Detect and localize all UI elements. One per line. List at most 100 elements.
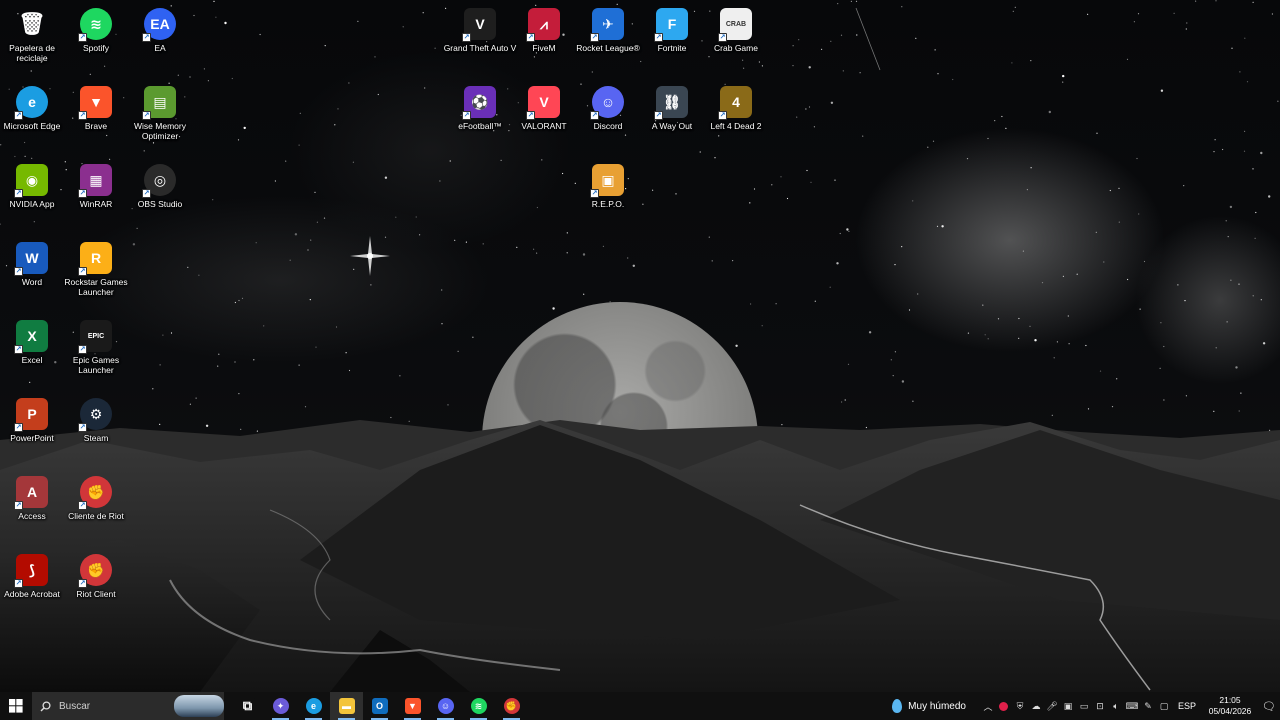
tray-app-icon[interactable]: ▣ — [1060, 698, 1076, 714]
keyboard-icon[interactable]: ⌨ — [1124, 698, 1140, 714]
desktop-icon-label: OBS Studio — [137, 199, 183, 209]
windows-logo-icon — [9, 699, 23, 713]
taskbar-app-discord[interactable]: ☺ — [429, 692, 462, 720]
desktop-icon-crab-game[interactable]: CRAB ↗ Crab Game — [698, 4, 774, 78]
spotify-icon: ≋ ↗ — [78, 8, 112, 42]
shortcut-arrow-icon: ↗ — [462, 111, 471, 120]
cliente-de-riot-icon: ✊ ↗ — [78, 476, 112, 510]
weather-text: Muy húmedo — [908, 700, 966, 712]
brave-icon: ▼ — [404, 698, 421, 714]
notification-center-icon[interactable]: 🗨︎ — [1258, 700, 1280, 713]
riot-client-icon: ✊ ↗ — [78, 554, 112, 588]
wise-memory-optimizer-icon: ▤ ↗ — [142, 86, 176, 120]
desktop-icon-obs-studio[interactable]: ◎ ↗ OBS Studio — [122, 160, 198, 234]
taskbar-app-edge[interactable]: e — [297, 692, 330, 720]
tray-folder-icon[interactable]: ▭ — [1076, 698, 1092, 714]
task-view-icon: ⧉ — [239, 698, 256, 714]
valorant-icon: V ↗ — [526, 86, 560, 120]
shortcut-arrow-icon: ↗ — [14, 345, 23, 354]
tray-monitor-icon[interactable]: ▢ — [1156, 698, 1172, 714]
shortcut-arrow-icon: ↗ — [14, 267, 23, 276]
tray-app-red-icon[interactable] — [996, 698, 1012, 714]
ea-icon: EA ↗ — [142, 8, 176, 42]
tray-shield-icon[interactable]: ⛨ — [1012, 698, 1028, 714]
shortcut-arrow-icon: ↗ — [78, 423, 87, 432]
brave-icon: ▼ ↗ — [78, 86, 112, 120]
desktop-icon-label: Epic Games Launcher — [72, 355, 120, 375]
taskbar-app-spotify[interactable]: ≋ — [462, 692, 495, 720]
taskbar-app-task-view[interactable]: ⧉ — [231, 692, 264, 720]
shortcut-arrow-icon: ↗ — [142, 33, 151, 42]
shortcut-arrow-icon: ↗ — [14, 579, 23, 588]
rocket-league-icon: ✈ ↗ — [590, 8, 624, 42]
shortcut-arrow-icon: ↗ — [78, 345, 87, 354]
discord-icon: ☺ ↗ — [590, 86, 624, 120]
shortcut-arrow-icon: ↗ — [462, 33, 471, 42]
start-button[interactable] — [0, 692, 32, 720]
repo-icon: ▣ ↗ — [590, 164, 624, 198]
taskbar-app-outlook[interactable]: O — [363, 692, 396, 720]
shortcut-arrow-icon: ↗ — [78, 33, 87, 42]
desktop-icon-label: Steam — [83, 433, 109, 443]
taskbar-app-riot[interactable]: ✊ — [495, 692, 528, 720]
taskbar-pinned-apps: ⧉ ✦ e ▬ O ▼ ☺ ≋ ✊ — [231, 692, 528, 720]
desktop-icon-repo[interactable]: ▣ ↗ R.E.P.O. — [570, 160, 646, 234]
search-icon — [40, 700, 51, 711]
shortcut-arrow-icon: ↗ — [14, 423, 23, 432]
edge-icon: e — [305, 698, 322, 714]
volume-icon[interactable]: 🔈︎ — [1108, 698, 1124, 714]
shortcut-arrow-icon: ↗ — [654, 111, 663, 120]
pen-icon[interactable]: ✎ — [1140, 698, 1156, 714]
desktop-icon-label: EA — [154, 43, 166, 53]
desktop-icon-epic-games-launcher[interactable]: EPIC ↗ Epic Games Launcher — [58, 316, 134, 390]
taskbar-app-file-explorer[interactable]: ▬ — [330, 692, 363, 720]
shortcut-arrow-icon: ↗ — [78, 189, 87, 198]
crab-game-icon: CRAB ↗ — [718, 8, 752, 42]
gta-v-icon: V ↗ — [462, 8, 496, 42]
desktop-icon-label: Crab Game — [714, 43, 758, 53]
network-icon[interactable]: ⊡ — [1092, 698, 1108, 714]
steam-icon: ⚙ ↗ — [78, 398, 112, 432]
microphone-icon[interactable]: 🎤︎ — [1044, 698, 1060, 714]
system-tray: Muy húmedo ︿ ⛨ ☁ 🎤︎ ▣ ▭ ⊡ 🔈︎ ⌨ ✎ ▢ ESP 2… — [892, 692, 1280, 720]
desktop-icon-label: Left 4 Dead 2 — [710, 121, 762, 131]
powerpoint-icon: P ↗ — [14, 398, 48, 432]
desktop-icon-rockstar-games-launcher[interactable]: R ↗ Rockstar Games Launcher — [58, 238, 134, 312]
shortcut-arrow-icon: ↗ — [14, 189, 23, 198]
a-way-out-icon: ⛓ ↗ — [654, 86, 688, 120]
shortcut-arrow-icon: ↗ — [14, 501, 23, 510]
desktop-icon-ea[interactable]: EA ↗ EA — [122, 4, 198, 78]
shortcut-arrow-icon: ↗ — [142, 111, 151, 120]
excel-icon: X ↗ — [14, 320, 48, 354]
chevron-up-icon[interactable]: ︿ — [980, 698, 996, 714]
taskbar-app-copilot[interactable]: ✦ — [264, 692, 297, 720]
discord-icon: ☺ — [437, 698, 454, 714]
word-icon: W ↗ — [14, 242, 48, 276]
desktop-icon-left-4-dead-2[interactable]: 4 ↗ Left 4 Dead 2 — [698, 82, 774, 156]
winrar-icon: ▦ ↗ — [78, 164, 112, 198]
shortcut-arrow-icon: ↗ — [718, 33, 727, 42]
weather-widget[interactable]: Muy húmedo — [892, 699, 966, 713]
taskbar-app-brave[interactable]: ▼ — [396, 692, 429, 720]
shortcut-arrow-icon: ↗ — [78, 111, 87, 120]
taskbar-search-box[interactable]: Buscar — [32, 692, 224, 720]
spotify-icon: ≋ — [470, 698, 487, 714]
desktop-icon-steam[interactable]: ⚙ ↗ Steam — [58, 394, 134, 468]
desktop-icon-label: Cliente de Riot — [68, 511, 124, 521]
outlook-icon: O — [371, 698, 388, 714]
microsoft-edge-icon: e ↗ — [14, 86, 48, 120]
copilot-icon: ✦ — [272, 698, 289, 714]
desktop-icon-wise-memory-optimizer[interactable]: ▤ ↗ Wise Memory Optimizer — [122, 82, 198, 156]
search-highlight-image[interactable] — [174, 695, 224, 717]
efootball-icon: ⚽ ↗ — [462, 86, 496, 120]
tray-cloud-icon[interactable]: ☁ — [1028, 698, 1044, 714]
shortcut-arrow-icon: ↗ — [142, 189, 151, 198]
clock[interactable]: 21:05 05/04/2026 — [1202, 695, 1258, 717]
desktop-icon-riot-client[interactable]: ✊ ↗ Riot Client — [58, 550, 134, 624]
input-language[interactable]: ESP — [1178, 701, 1196, 711]
fortnite-icon: F ↗ — [654, 8, 688, 42]
desktop-icon-cliente-de-riot[interactable]: ✊ ↗ Cliente de Riot — [58, 472, 134, 546]
fivem-icon: ⩘ ↗ — [526, 8, 560, 42]
obs-studio-icon: ◎ ↗ — [142, 164, 176, 198]
shortcut-arrow-icon: ↗ — [718, 111, 727, 120]
